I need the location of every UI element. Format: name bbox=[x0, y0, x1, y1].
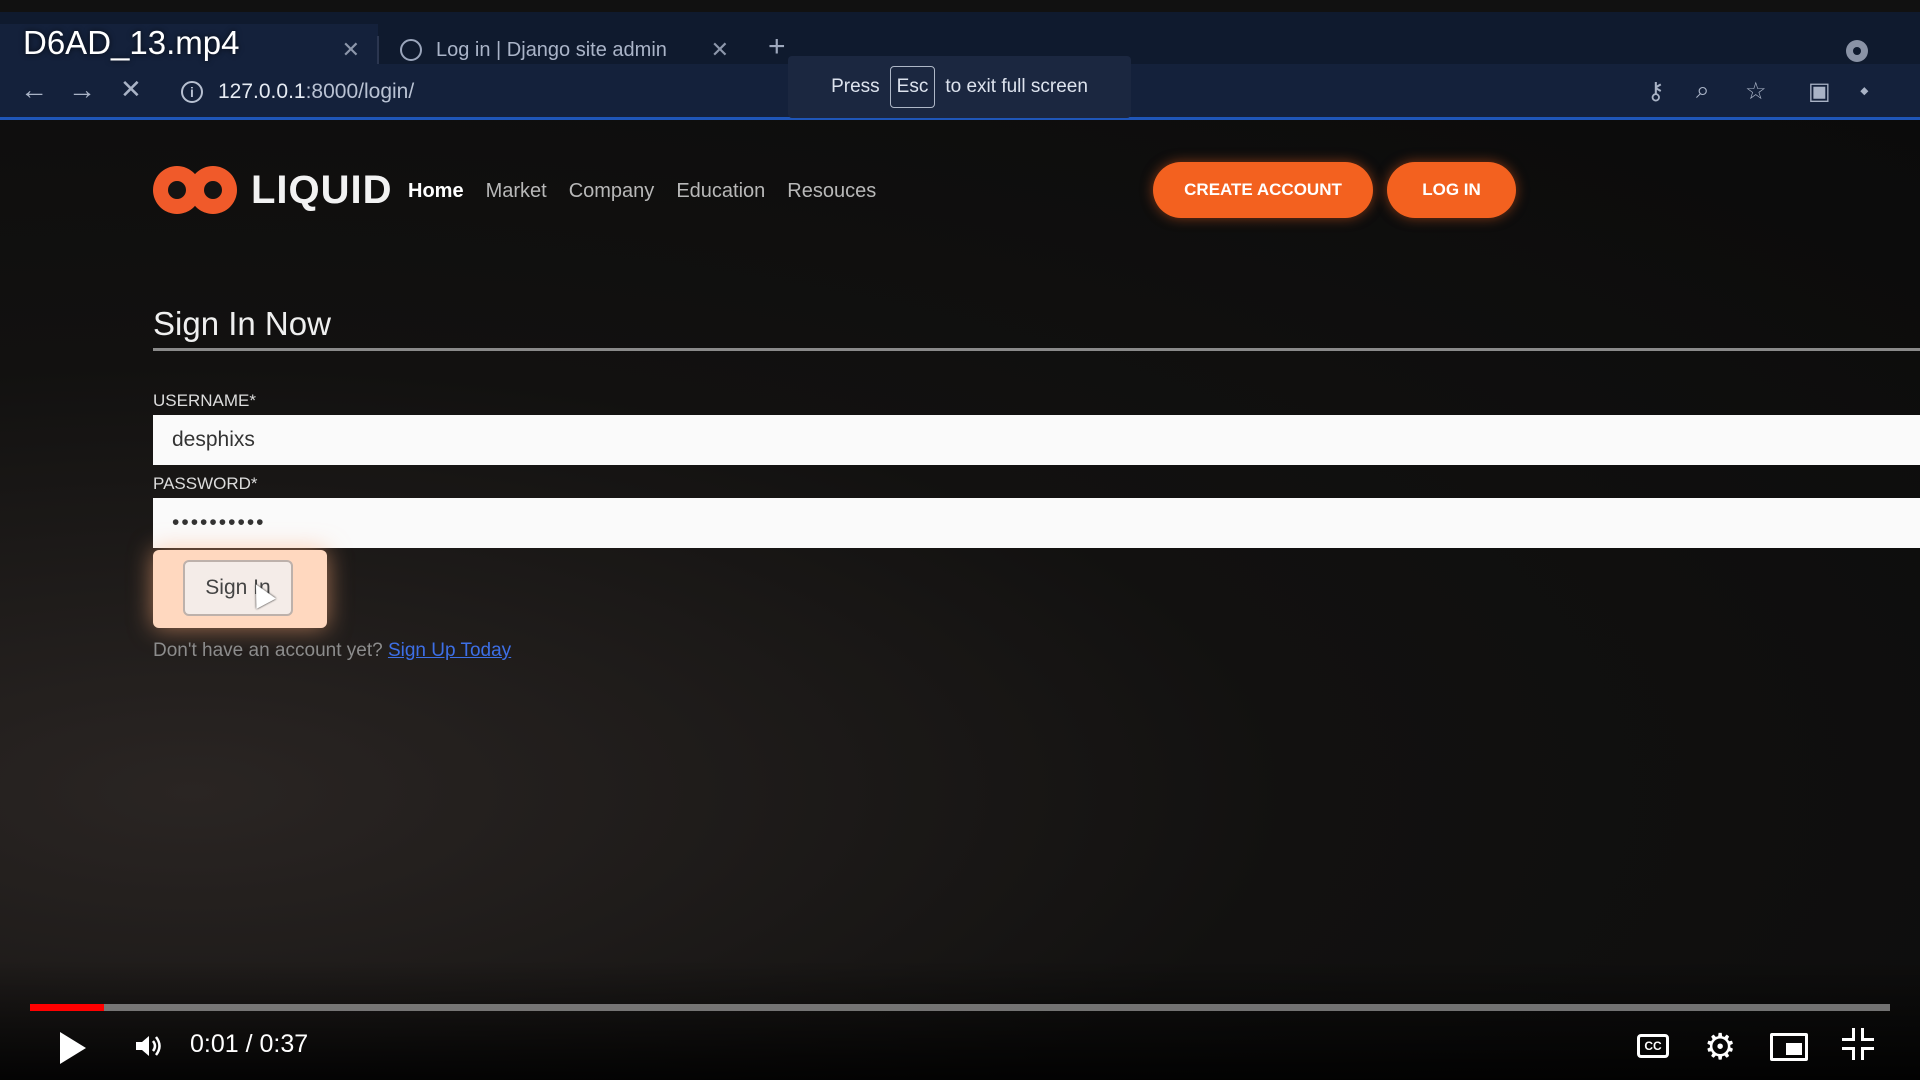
zoom-icon[interactable]: ⌕ bbox=[1696, 77, 1709, 105]
pin-icon[interactable]: ⬩ bbox=[1860, 77, 1869, 105]
login-button[interactable]: LOG IN bbox=[1387, 162, 1516, 218]
signin-button-highlight: Sign In bbox=[153, 550, 327, 628]
fullscreen-toast: Press Esc to exit full screen bbox=[788, 56, 1131, 118]
current-time: 0:01 bbox=[190, 1030, 239, 1058]
key-icon[interactable]: ⚷ bbox=[1647, 77, 1665, 106]
bookmark-star-icon[interactable]: ☆ bbox=[1745, 77, 1767, 106]
toast-prefix: Press bbox=[831, 76, 880, 97]
tab-divider bbox=[377, 36, 379, 66]
captions-icon[interactable]: CC bbox=[1637, 1034, 1669, 1058]
nav-item-resources[interactable]: Resouces bbox=[787, 180, 876, 203]
time-separator: / bbox=[238, 1030, 260, 1058]
back-arrow-icon[interactable]: ← bbox=[20, 74, 48, 106]
tab-label: Log in | Django site admin bbox=[436, 38, 667, 61]
video-frame[interactable]: ✕ Log in | Django site admin ✕ + ← → ✕ i… bbox=[0, 0, 1920, 1080]
page-title: Sign In Now bbox=[153, 305, 331, 342]
password-label: PASSWORD* bbox=[153, 474, 258, 493]
new-tab-icon[interactable]: + bbox=[768, 30, 786, 64]
username-input[interactable] bbox=[153, 415, 1920, 465]
esc-key-badge: Esc bbox=[889, 66, 936, 108]
extension-icon[interactable]: ▣ bbox=[1808, 77, 1831, 106]
toast-suffix: to exit full screen bbox=[945, 76, 1088, 97]
exit-fullscreen-icon[interactable] bbox=[1842, 1028, 1874, 1060]
time-display: 0:01 / 0:37 bbox=[190, 1030, 308, 1059]
browser-profile-icon[interactable] bbox=[1846, 40, 1868, 62]
progress-bar[interactable] bbox=[30, 1004, 1890, 1011]
infinity-logo-icon bbox=[153, 166, 237, 214]
site-nav: Home Market Company Education Resouces bbox=[408, 180, 876, 203]
total-time: 0:37 bbox=[259, 1030, 309, 1058]
site-logo[interactable]: LIQUID bbox=[153, 166, 393, 214]
site-info-icon[interactable]: i bbox=[181, 81, 203, 103]
nav-item-market[interactable]: Market bbox=[486, 180, 547, 203]
play-icon[interactable] bbox=[60, 1032, 86, 1064]
close-tab-icon[interactable]: ✕ bbox=[711, 37, 729, 63]
address-bar[interactable]: 127.0.0.1:8000/login/ bbox=[218, 80, 414, 104]
no-account-prompt: Don't have an account yet? Sign Up Today bbox=[153, 640, 511, 662]
password-input[interactable] bbox=[153, 498, 1920, 548]
miniplayer-icon[interactable] bbox=[1770, 1033, 1808, 1061]
controls-gradient bbox=[0, 960, 1920, 1080]
globe-icon bbox=[400, 39, 422, 61]
close-tab-icon[interactable]: ✕ bbox=[342, 37, 360, 63]
video-player[interactable]: ✕ Log in | Django site admin ✕ + ← → ✕ i… bbox=[0, 0, 1920, 1080]
sign-up-link[interactable]: Sign Up Today bbox=[388, 640, 511, 661]
nav-item-education[interactable]: Education bbox=[676, 180, 765, 203]
url-path: :8000/login/ bbox=[305, 80, 415, 103]
nav-item-home[interactable]: Home bbox=[408, 180, 464, 203]
sign-in-button[interactable]: Sign In bbox=[183, 560, 293, 616]
brand-name: LIQUID bbox=[251, 167, 393, 212]
progress-bar-played bbox=[30, 1004, 105, 1011]
volume-icon[interactable] bbox=[133, 1031, 163, 1061]
nav-item-company[interactable]: Company bbox=[569, 180, 655, 203]
stop-loading-icon[interactable]: ✕ bbox=[120, 74, 142, 105]
url-host: 127.0.0.1 bbox=[218, 80, 306, 103]
video-title[interactable]: D6AD_13.mp4 bbox=[23, 24, 239, 62]
settings-gear-icon[interactable]: ⚙ bbox=[1704, 1026, 1736, 1068]
create-account-button[interactable]: CREATE ACCOUNT bbox=[1153, 162, 1373, 218]
no-account-text: Don't have an account yet? bbox=[153, 640, 383, 661]
forward-arrow-icon[interactable]: → bbox=[68, 74, 96, 106]
username-label: USERNAME* bbox=[153, 391, 256, 410]
title-divider bbox=[153, 348, 1920, 351]
